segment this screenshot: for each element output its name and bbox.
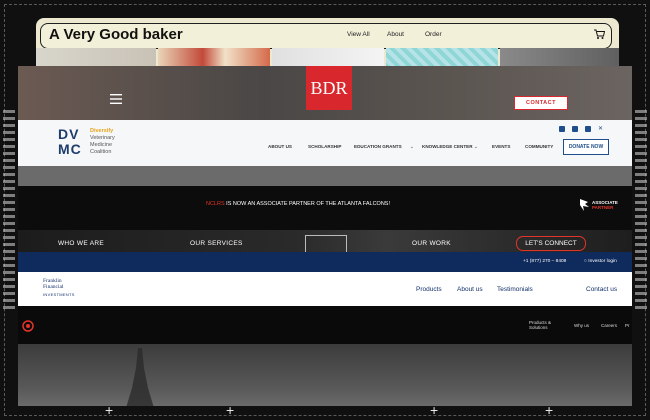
announcement-highlight: NCLRS <box>206 201 225 207</box>
nav-why-us[interactable]: Why us <box>574 323 589 328</box>
bakery-site: A Very Good baker View All About Order <box>36 18 619 68</box>
product-photo[interactable] <box>36 48 156 68</box>
nav-about-us[interactable]: ABOUT US <box>268 144 292 149</box>
hamburger-menu-icon[interactable] <box>110 94 122 104</box>
donate-button[interactable]: DONATE NOW <box>563 139 609 155</box>
partner-label: ASSOCIATE PARTNER <box>592 200 618 210</box>
nav-testimonials[interactable]: Testimonials <box>497 286 533 293</box>
franklin-logo[interactable]: Franklin Financial INVESTMENTS <box>43 278 75 298</box>
nav-products[interactable]: Products <box>416 286 442 293</box>
announcement-text[interactable]: NCLRS IS NOW AN ASSOCIATE PARTNER OF THE… <box>18 201 578 207</box>
bakery-nav-about[interactable]: About <box>387 31 404 38</box>
product-photo[interactable] <box>386 48 498 68</box>
announcement-banner: NCLRS IS NOW AN ASSOCIATE PARTNER OF THE… <box>18 186 632 230</box>
dvmc-logo[interactable]: DV MC <box>58 126 88 158</box>
brand-logo-icon[interactable] <box>22 320 34 332</box>
logo-line2: Financial <box>43 283 64 290</box>
dark-site-header: Products & Solutions Why us Careers Pr <box>18 306 632 344</box>
hero-strip <box>18 166 632 186</box>
product-photo[interactable] <box>158 48 270 68</box>
right-edge-decoration <box>635 110 647 310</box>
linkedin-icon[interactable] <box>559 126 565 132</box>
nav-products-solutions[interactable]: Products & Solutions <box>529 320 551 330</box>
dvmc-logo-line1: DV <box>58 126 80 142</box>
product-photo[interactable] <box>272 48 384 68</box>
nav-careers[interactable]: Careers <box>601 323 617 328</box>
investor-login-link[interactable]: ○ Investor login <box>584 259 617 264</box>
franklin-topbar: +1 (877) 270 – 8409 ○ Investor login <box>18 252 632 272</box>
falcon-icon <box>580 199 589 211</box>
product-photo[interactable] <box>500 48 619 68</box>
nav-events[interactable]: EVENTS <box>492 144 510 149</box>
city-hero-image <box>18 344 632 406</box>
facebook-icon[interactable] <box>572 126 578 132</box>
phone-number[interactable]: +1 (877) 270 – 8409 <box>523 259 566 264</box>
left-edge-decoration <box>3 110 15 310</box>
nav-community[interactable]: COMMUNITY <box>525 144 553 149</box>
agency-nav: WHO WE ARE OUR SERVICES OUR WORK LET'S C… <box>18 230 632 255</box>
chevron-down-icon: ⌄ <box>474 144 478 149</box>
nav-contact-us[interactable]: Contact us <box>586 286 617 293</box>
nav-scholarship[interactable]: SCHOLARSHIP <box>308 144 341 149</box>
bdr-site: BDR CONTACT <box>18 66 632 120</box>
nav-our-services[interactable]: OUR SERVICES <box>190 240 243 247</box>
nav-education-grants[interactable]: EDUCATION GRANTS <box>354 144 402 149</box>
tagline-word: Veterinary <box>90 135 115 141</box>
nav-our-work[interactable]: OUR WORK <box>412 240 451 247</box>
bakery-nav-view-all[interactable]: View All <box>347 31 370 38</box>
tagline-word: Diversify <box>90 128 114 134</box>
bakery-nav-order[interactable]: Order <box>425 31 442 38</box>
nav-who-we-are[interactable]: WHO WE ARE <box>58 240 104 247</box>
cart-icon[interactable] <box>593 28 605 40</box>
nav-about-us-franklin[interactable]: About us <box>457 286 483 293</box>
franklin-header: Franklin Financial INVESTMENTS Products … <box>18 272 632 306</box>
products-line2: Solutions <box>529 325 548 330</box>
nav-knowledge-center[interactable]: KNOWLEDGE CENTER <box>422 144 473 149</box>
x-icon[interactable]: ✕ <box>598 126 604 132</box>
bdr-logo[interactable]: BDR <box>306 66 352 110</box>
tower-illustration <box>126 348 154 406</box>
bakery-title: A Very Good baker <box>49 26 183 43</box>
partner-line2: PARTNER <box>592 205 614 210</box>
tagline-word: Coalition <box>90 149 112 155</box>
falcons-partner-logo[interactable]: ASSOCIATE PARTNER <box>578 196 628 216</box>
dvmc-logo-line2: MC <box>58 141 82 157</box>
dvmc-site: DV MC Diversify Veterinary Medicine Coal… <box>18 120 632 166</box>
lets-connect-button[interactable]: LET'S CONNECT <box>516 236 586 251</box>
dvmc-tagline: Diversify Veterinary Medicine Coalition <box>90 128 115 156</box>
tagline-word: Medicine <box>90 142 113 148</box>
contact-button[interactable]: CONTACT <box>514 96 568 110</box>
investor-login-label: Investor login <box>588 259 617 264</box>
bakery-header: A Very Good baker View All About Order <box>40 23 612 49</box>
logo-sub: INVESTMENTS <box>43 292 75 297</box>
chevron-down-icon: ⌄ <box>410 144 414 149</box>
announcement-body: IS NOW AN ASSOCIATE PARTNER OF THE ATLAN… <box>224 201 390 207</box>
nav-press[interactable]: Pr <box>625 323 630 328</box>
instagram-icon[interactable] <box>585 126 591 132</box>
